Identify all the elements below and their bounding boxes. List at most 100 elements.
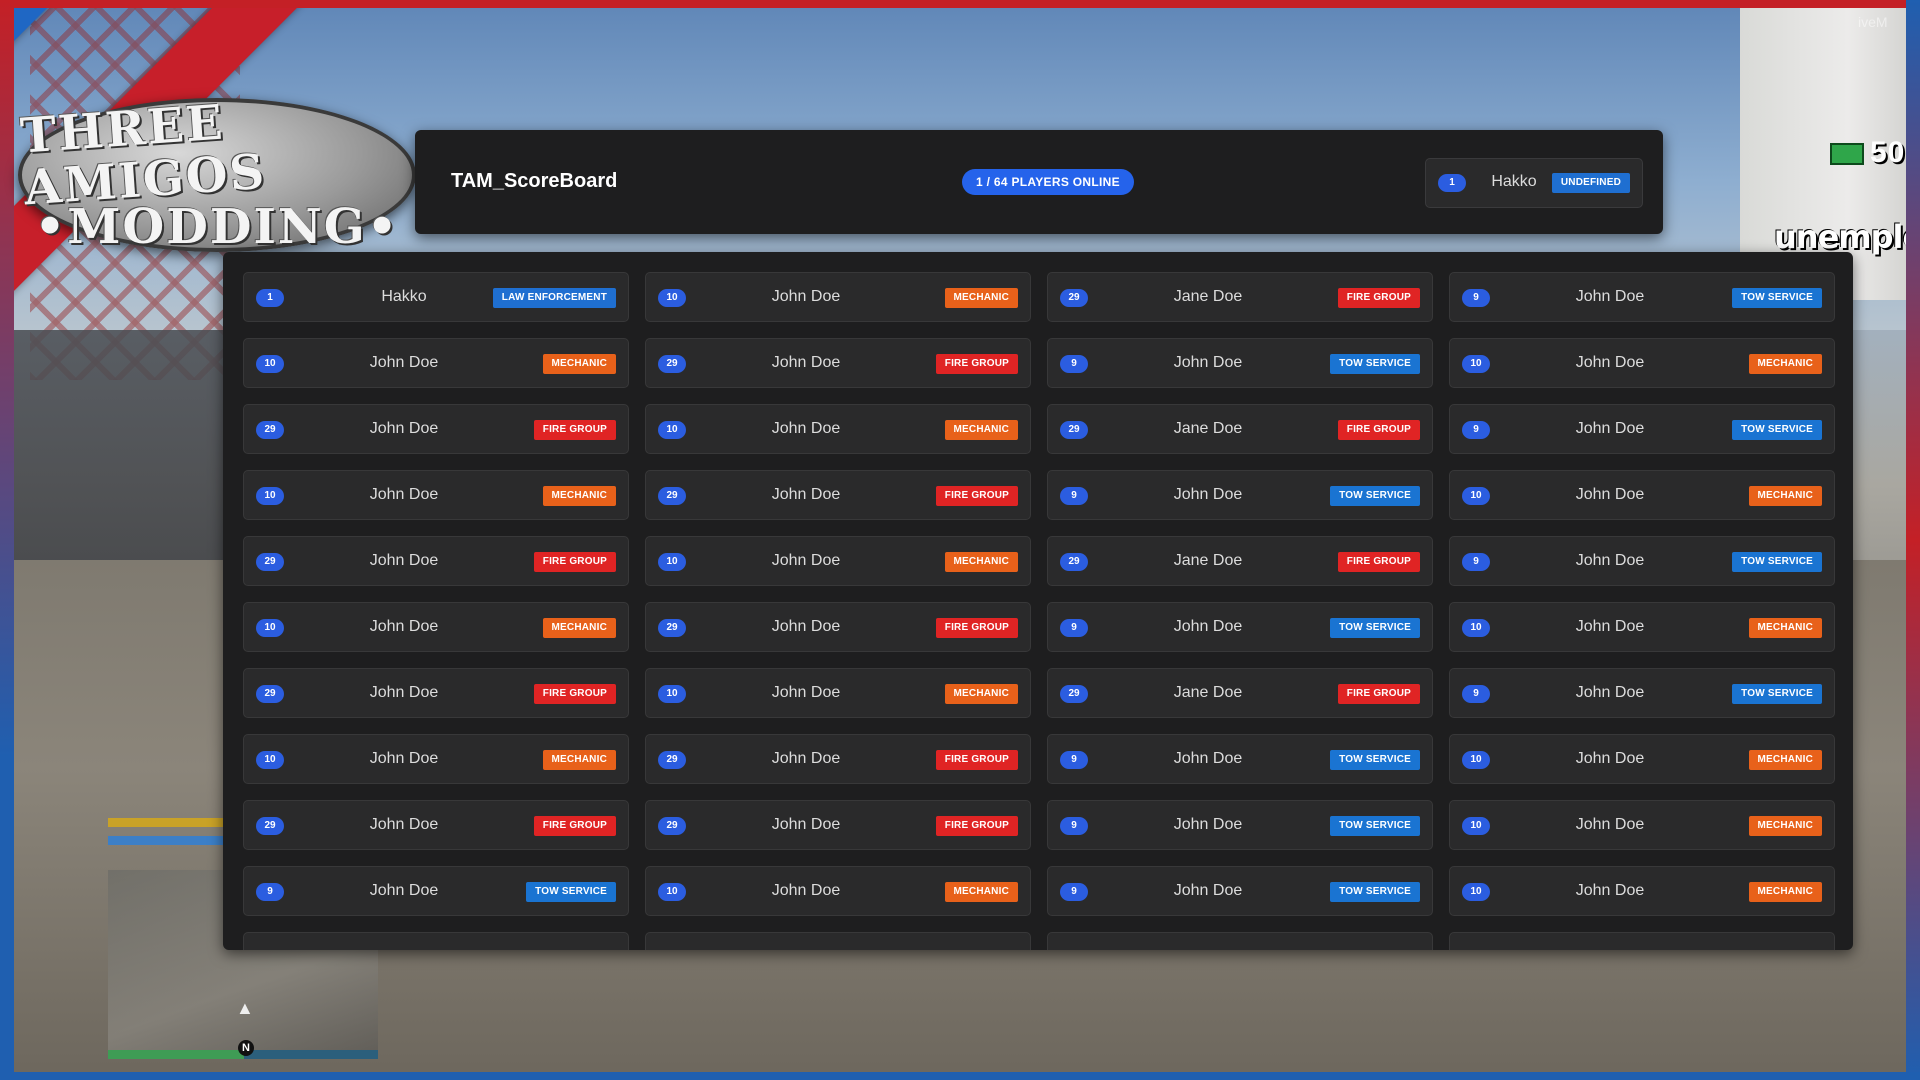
player-card: 29 John Doe FIRE GROUP xyxy=(243,404,629,454)
player-name: John Doe xyxy=(1173,486,1243,503)
player-id-badge: 9 xyxy=(1060,487,1088,505)
player-name: John Doe xyxy=(369,420,439,437)
player-name: John Doe xyxy=(1173,618,1243,635)
player-id-badge: 10 xyxy=(1462,883,1490,901)
player-name: John Doe xyxy=(1575,684,1645,701)
player-id-badge: 29 xyxy=(658,817,686,835)
player-name: John Doe xyxy=(1575,486,1645,503)
player-card: 9 John Doe TOW SERVICE xyxy=(1047,338,1433,388)
scoreboard-header: TAM_ScoreBoard 1 / 64 PLAYERS ONLINE 1 H… xyxy=(415,130,1663,234)
armor-bar xyxy=(108,818,224,827)
player-card: 29 John Doe FIRE GROUP xyxy=(243,800,629,850)
player-card: 10 John Doe MECHANIC xyxy=(645,668,1031,718)
player-card: 9 John Doe TOW SERVICE xyxy=(1047,866,1433,916)
player-id-badge: 9 xyxy=(1462,421,1490,439)
player-id-badge: 9 xyxy=(1060,883,1088,901)
player-name: John Doe xyxy=(1575,882,1645,899)
player-job-badge: FIRE GROUP xyxy=(533,816,616,836)
player-name: John Doe xyxy=(771,684,841,701)
player-job-badge: TOW SERVICE xyxy=(1330,486,1420,506)
player-job-badge: TOW SERVICE xyxy=(1330,882,1420,902)
player-job-badge: MECHANIC xyxy=(542,618,616,638)
player-job-badge: FIRE GROUP xyxy=(935,816,1018,836)
player-id-badge: 10 xyxy=(256,355,284,373)
player-id-badge: 29 xyxy=(256,817,284,835)
player-name: John Doe xyxy=(1575,420,1645,437)
player-id-badge: 29 xyxy=(1060,289,1088,307)
health-bar-track xyxy=(244,1050,378,1059)
player-name: John Doe xyxy=(771,552,841,569)
player-card: 29 Jane Doe FIRE GROUP xyxy=(1047,404,1433,454)
player-job-badge: TOW SERVICE xyxy=(1330,750,1420,770)
player-id-badge: 10 xyxy=(658,685,686,703)
player-card: 29 Jane Doe FIRE GROUP xyxy=(1047,536,1433,586)
self-player-id: 1 xyxy=(1438,174,1466,192)
player-name: John Doe xyxy=(1173,816,1243,833)
three-amigos-logo: THREE AMIGOS •MODDING• xyxy=(18,94,416,253)
player-job-badge: TOW SERVICE xyxy=(1330,354,1420,374)
player-job-badge: MECHANIC xyxy=(944,420,1018,440)
player-name: John Doe xyxy=(369,354,439,371)
player-job-badge: MECHANIC xyxy=(542,354,616,374)
player-card: 29 John Doe FIRE GROUP xyxy=(645,734,1031,784)
player-card: 29 John Doe FIRE GROUP xyxy=(243,668,629,718)
player-name: John Doe xyxy=(1575,750,1645,767)
player-id-badge: 10 xyxy=(1462,355,1490,373)
player-name: John Doe xyxy=(369,816,439,833)
building-left xyxy=(0,330,230,590)
player-name: John Doe xyxy=(369,882,439,899)
player-id-badge: 10 xyxy=(256,487,284,505)
health-bar xyxy=(108,1050,244,1059)
player-name: John Doe xyxy=(369,684,439,701)
player-id-badge: 9 xyxy=(1060,619,1088,637)
player-card: 1 Hakko LAW ENFORCEMENT xyxy=(243,272,629,322)
player-card: 10 John Doe MECHANIC xyxy=(1449,470,1835,520)
player-card-partial xyxy=(645,932,1031,950)
scoreboard-panel[interactable]: 1 Hakko LAW ENFORCEMENT 10 John Doe MECHANIC 2… xyxy=(223,252,1853,950)
player-card: 9 John Doe TOW SERVICE xyxy=(1047,470,1433,520)
frame-top xyxy=(0,0,1920,8)
frame-right xyxy=(1906,0,1920,1080)
player-card-partial xyxy=(1449,932,1835,950)
player-card: 10 John Doe MECHANIC xyxy=(243,338,629,388)
player-card-partial xyxy=(1047,932,1433,950)
player-card-partial xyxy=(243,932,629,950)
player-name: John Doe xyxy=(1575,618,1645,635)
player-card: 10 John Doe MECHANIC xyxy=(1449,734,1835,784)
player-id-badge: 9 xyxy=(1462,553,1490,571)
self-player-job: UNDEFINED xyxy=(1551,173,1630,193)
player-job-badge: TOW SERVICE xyxy=(526,882,616,902)
frame-left xyxy=(0,0,14,1080)
player-job-badge: MECHANIC xyxy=(1748,816,1822,836)
player-id-badge: 10 xyxy=(1462,487,1490,505)
player-job-badge: FIRE GROUP xyxy=(533,420,616,440)
player-job-badge: MECHANIC xyxy=(1748,354,1822,374)
cash-icon xyxy=(1830,143,1864,166)
player-card: 29 Jane Doe FIRE GROUP xyxy=(1047,272,1433,322)
player-name: John Doe xyxy=(369,486,439,503)
player-job-badge: FIRE GROUP xyxy=(935,486,1018,506)
player-name: John Doe xyxy=(1575,354,1645,371)
player-job-badge: FIRE GROUP xyxy=(935,354,1018,374)
player-job-badge: TOW SERVICE xyxy=(1732,288,1822,308)
player-job-badge: TOW SERVICE xyxy=(1330,816,1420,836)
player-job-badge: FIRE GROUP xyxy=(533,552,616,572)
player-card: 10 John Doe MECHANIC xyxy=(243,734,629,784)
player-name: Hakko xyxy=(381,288,427,305)
player-name: John Doe xyxy=(771,354,841,371)
player-job-badge: MECHANIC xyxy=(542,750,616,770)
player-job-badge: FIRE GROUP xyxy=(1337,288,1420,308)
player-card: 9 John Doe TOW SERVICE xyxy=(1449,404,1835,454)
player-job-badge: MECHANIC xyxy=(944,288,1018,308)
player-name: Jane Doe xyxy=(1173,288,1243,305)
player-id-badge: 10 xyxy=(658,553,686,571)
watermark: iveM xyxy=(1858,14,1888,30)
player-name: John Doe xyxy=(771,486,841,503)
player-name: John Doe xyxy=(1173,882,1243,899)
frame-bottom xyxy=(0,1072,1920,1080)
player-name: John Doe xyxy=(771,750,841,767)
player-card: 10 John Doe MECHANIC xyxy=(243,470,629,520)
player-card: 9 John Doe TOW SERVICE xyxy=(1449,668,1835,718)
player-id-badge: 29 xyxy=(658,355,686,373)
player-card: 29 John Doe FIRE GROUP xyxy=(645,602,1031,652)
